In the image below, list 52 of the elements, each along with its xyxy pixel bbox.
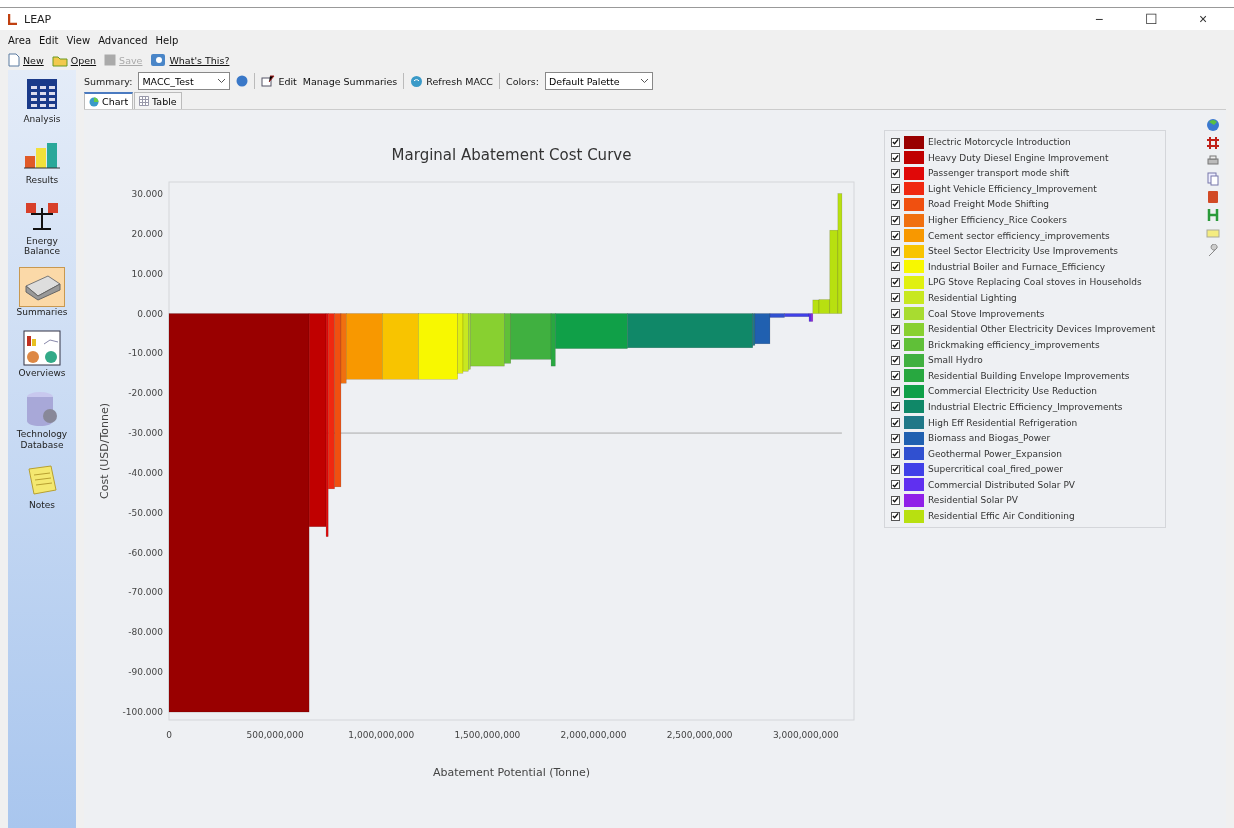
y-tick-label: -30.000 — [128, 428, 163, 439]
y-tick-label: 20.000 — [131, 228, 163, 239]
summary-label: Summary: — [84, 75, 133, 87]
y-tick-label: -50.000 — [128, 507, 163, 518]
legend-label: Light Vehicle Efficiency_Improvement — [928, 183, 1097, 194]
legend-label: Brickmaking efficiency_improvements — [928, 339, 1100, 350]
y-tick-label: -80.000 — [128, 627, 163, 638]
legend-label: Road Freight Mode Shifting — [928, 199, 1050, 210]
y-axis-title: Cost (USD/Tonne) — [98, 403, 111, 499]
legend-label: Residential Lighting — [928, 292, 1017, 303]
x-tick-label: 1,000,000,000 — [348, 730, 415, 740]
legend-label: Cement sector efficiency_improvements — [928, 230, 1110, 241]
legend-label: Residential Solar PV — [928, 495, 1018, 506]
legend-label: Supercritical coal_fired_power — [928, 464, 1063, 475]
x-tick-label: 2,500,000,000 — [666, 730, 733, 740]
legend-label: LPG Stove Replacing Coal stoves in Households — [928, 277, 1142, 288]
legend-label: Geothermal Power_Expansion — [928, 448, 1063, 459]
legend-label: Commercial Distributed Solar PV — [928, 479, 1075, 490]
legend-label: Coal Stove Improvements — [928, 308, 1045, 319]
x-tick-label: 0 — [166, 730, 172, 740]
legend-label: Commercial Electricity Use Reduction — [928, 386, 1097, 397]
legend-label: Industrial Electric Efficiency_Improvements — [928, 401, 1123, 412]
legend-label: High Eff Residential Refrigeration — [928, 417, 1078, 428]
legend-label: Small Hydro — [928, 355, 983, 366]
legend-label: Higher Efficiency_Rice Cookers — [928, 215, 1067, 226]
y-tick-label: -40.000 — [128, 467, 163, 478]
y-tick-label: 30.000 — [131, 188, 163, 199]
y-tick-label: -70.000 — [128, 587, 163, 598]
window-title: LEAP — [24, 12, 53, 26]
x-axis-title: Abatement Potential (Tonne) — [432, 766, 591, 779]
y-tick-label: -60.000 — [128, 547, 163, 558]
legend-label: Residential Other Electricity Devices Improvement — [928, 324, 1156, 335]
y-tick-label: 10.000 — [131, 268, 163, 279]
legend-label: Residential Building Envelope Improvements — [928, 370, 1130, 381]
x-tick-label: 500,000,000 — [246, 730, 304, 740]
y-tick-label: -20.000 — [128, 388, 163, 399]
x-tick-label: 3,000,000,000 — [772, 730, 839, 740]
y-tick-label: -10.000 — [128, 348, 163, 359]
x-tick-label: 2,000,000,000 — [560, 730, 627, 740]
y-tick-label: -90.000 — [128, 667, 163, 678]
y-tick-label: 0.000 — [137, 308, 163, 319]
colors-label: Colors: — [506, 75, 539, 87]
chart-title: Marginal Abatement Cost Curve — [391, 146, 632, 164]
legend-label: Industrial Boiler and Furnace_Efficiency — [928, 261, 1106, 272]
legend-label: Electric Motorcycle Introduction — [928, 137, 1071, 148]
y-tick-label: -100.000 — [122, 707, 163, 718]
legend-label: Residential Effic Air Conditioning — [928, 511, 1075, 521]
x-tick-label: 1,500,000,000 — [454, 730, 521, 740]
legend-label: Biomass and Biogas_Power — [928, 433, 1051, 444]
legend-label: Steel Sector Electricity Use Improvements — [928, 246, 1118, 257]
legend-label: Passenger transport mode shift — [928, 168, 1070, 179]
legend-label: Heavy Duty Diesel Engine Improvement — [928, 152, 1109, 163]
